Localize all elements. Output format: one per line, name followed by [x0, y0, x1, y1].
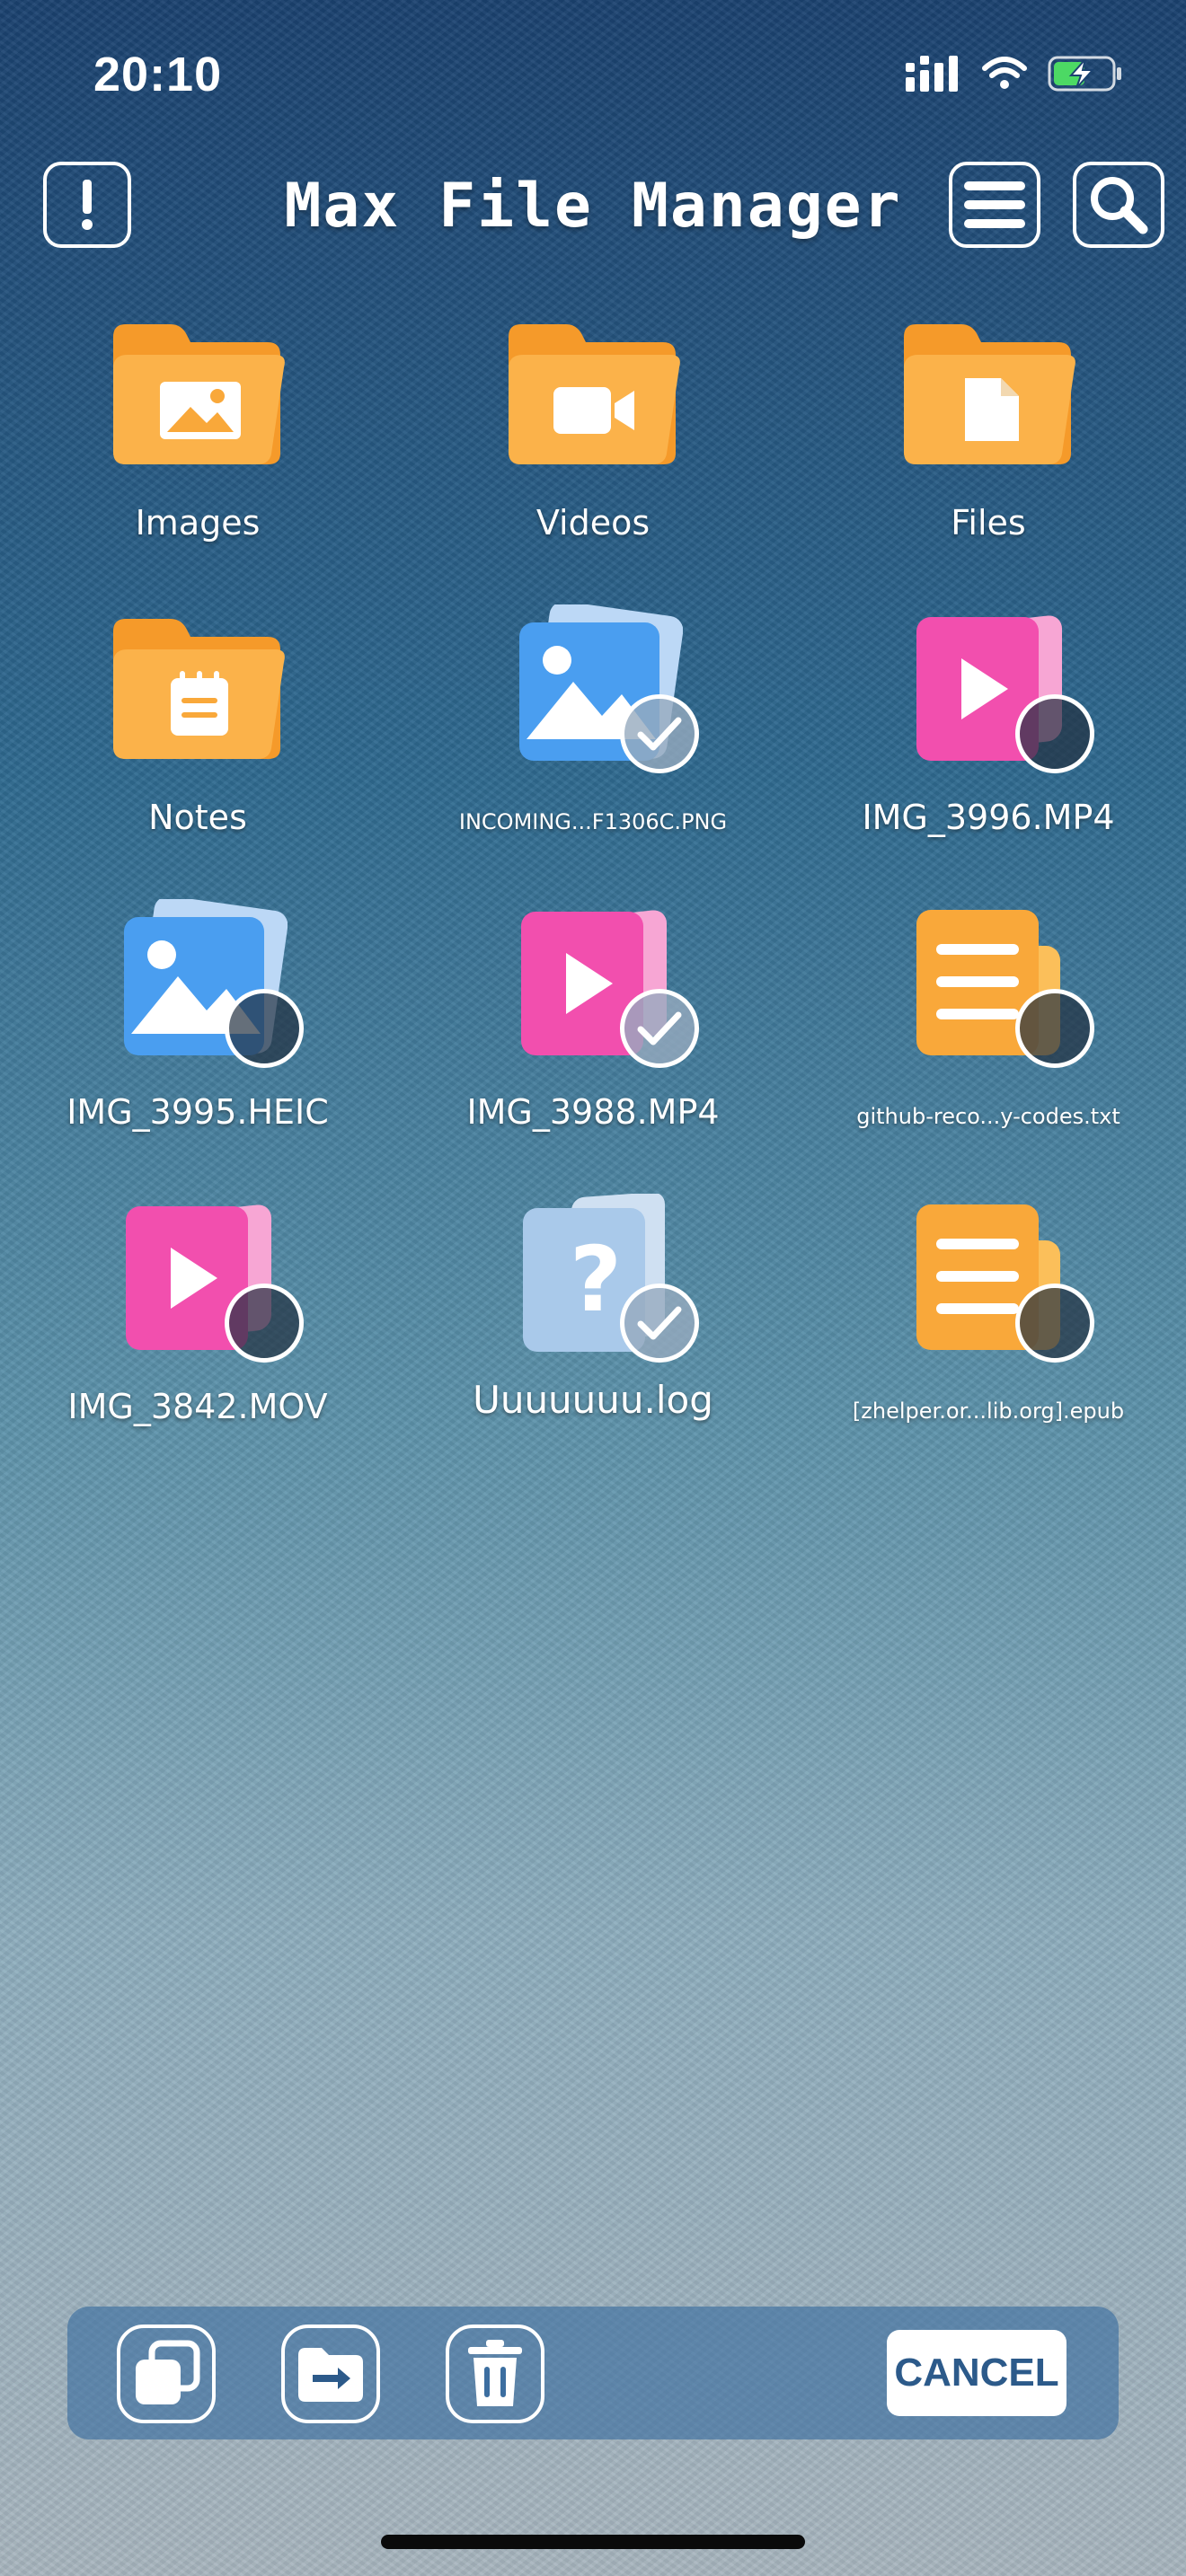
cancel-button[interactable]: CANCEL — [887, 2330, 1067, 2416]
menu-icon — [964, 181, 1025, 228]
selection-checkbox[interactable] — [1015, 989, 1094, 1068]
folder-images-icon — [113, 324, 285, 464]
folder-notes-icon — [113, 619, 285, 759]
folder-files-icon — [904, 324, 1075, 464]
wifi-icon — [982, 57, 1027, 89]
item-label: github-reco...y-codes.txt — [856, 1104, 1120, 1129]
copy-icon — [136, 2340, 200, 2404]
menu-button[interactable] — [949, 162, 1040, 248]
status-icons — [906, 56, 1123, 92]
item-label: IMG_3995.HEIC — [66, 1092, 329, 1132]
selection-checkbox[interactable] — [225, 1284, 304, 1363]
svg-text:?: ? — [570, 1227, 622, 1332]
cellular-signal-icon — [906, 56, 958, 92]
trash-icon — [468, 2340, 522, 2406]
file-item-img-3842-mov[interactable]: IMG_3842.MOV — [0, 1194, 395, 1481]
selection-checkbox[interactable] — [1015, 694, 1094, 773]
selection-checkbox[interactable] — [225, 989, 304, 1068]
status-time: 20:10 — [93, 48, 223, 101]
checkmark-icon — [637, 1306, 682, 1340]
delete-button[interactable] — [446, 2325, 544, 2423]
checkmark-icon — [637, 1011, 682, 1045]
item-label: IMG_3988.MP4 — [466, 1092, 720, 1132]
file-item-incoming-png[interactable]: INCOMING...F1306C.PNG — [395, 601, 791, 892]
item-label: INCOMING...F1306C.PNG — [458, 809, 728, 834]
home-indicator[interactable] — [381, 2535, 805, 2549]
folder-images[interactable]: Images — [0, 310, 395, 597]
copy-button[interactable] — [117, 2325, 216, 2423]
selection-checkbox[interactable] — [620, 1284, 699, 1363]
item-label: Notes — [148, 798, 247, 837]
selection-toolbar: CANCEL — [67, 2307, 1119, 2439]
item-label: [zhelper.or...lib.org].epub — [852, 1398, 1125, 1424]
selection-checkbox[interactable] — [1015, 1284, 1094, 1363]
item-label: IMG_3996.MP4 — [862, 798, 1115, 837]
folder-videos-icon — [509, 324, 680, 464]
status-bar: 20:10 — [0, 0, 1186, 153]
item-label: Uuuuuuu.log — [473, 1378, 713, 1422]
item-label: Videos — [535, 503, 651, 543]
battery-charging-icon — [1048, 56, 1121, 92]
file-item-img-3996-mp4[interactable]: IMG_3996.MP4 — [791, 604, 1186, 892]
folder-notes[interactable]: Notes — [0, 604, 395, 892]
move-to-folder-icon — [298, 2348, 363, 2402]
item-label: IMG_3842.MOV — [67, 1387, 328, 1426]
file-item-img-3995-heic[interactable]: IMG_3995.HEIC — [0, 895, 395, 1187]
file-item-uuuuuuu-log[interactable]: ? Uuuuuuu.log — [395, 1192, 791, 1481]
selection-checkbox[interactable] — [620, 989, 699, 1068]
folder-videos[interactable]: Videos — [395, 310, 791, 597]
item-label: Files — [951, 503, 1026, 543]
search-icon — [1091, 177, 1148, 234]
folder-files[interactable]: Files — [791, 310, 1186, 597]
file-item-zhelper-epub[interactable]: [zhelper.or...lib.org].epub — [791, 1194, 1186, 1481]
app-header: Max File Manager — [0, 162, 1186, 259]
checkmark-icon — [637, 717, 682, 751]
file-item-github-codes-txt[interactable]: github-reco...y-codes.txt — [791, 899, 1186, 1187]
selection-checkbox[interactable] — [620, 694, 699, 773]
file-item-img-3988-mp4[interactable]: IMG_3988.MP4 — [395, 899, 791, 1187]
item-label: Images — [135, 503, 261, 543]
search-button[interactable] — [1073, 162, 1164, 248]
move-button[interactable] — [281, 2325, 380, 2423]
